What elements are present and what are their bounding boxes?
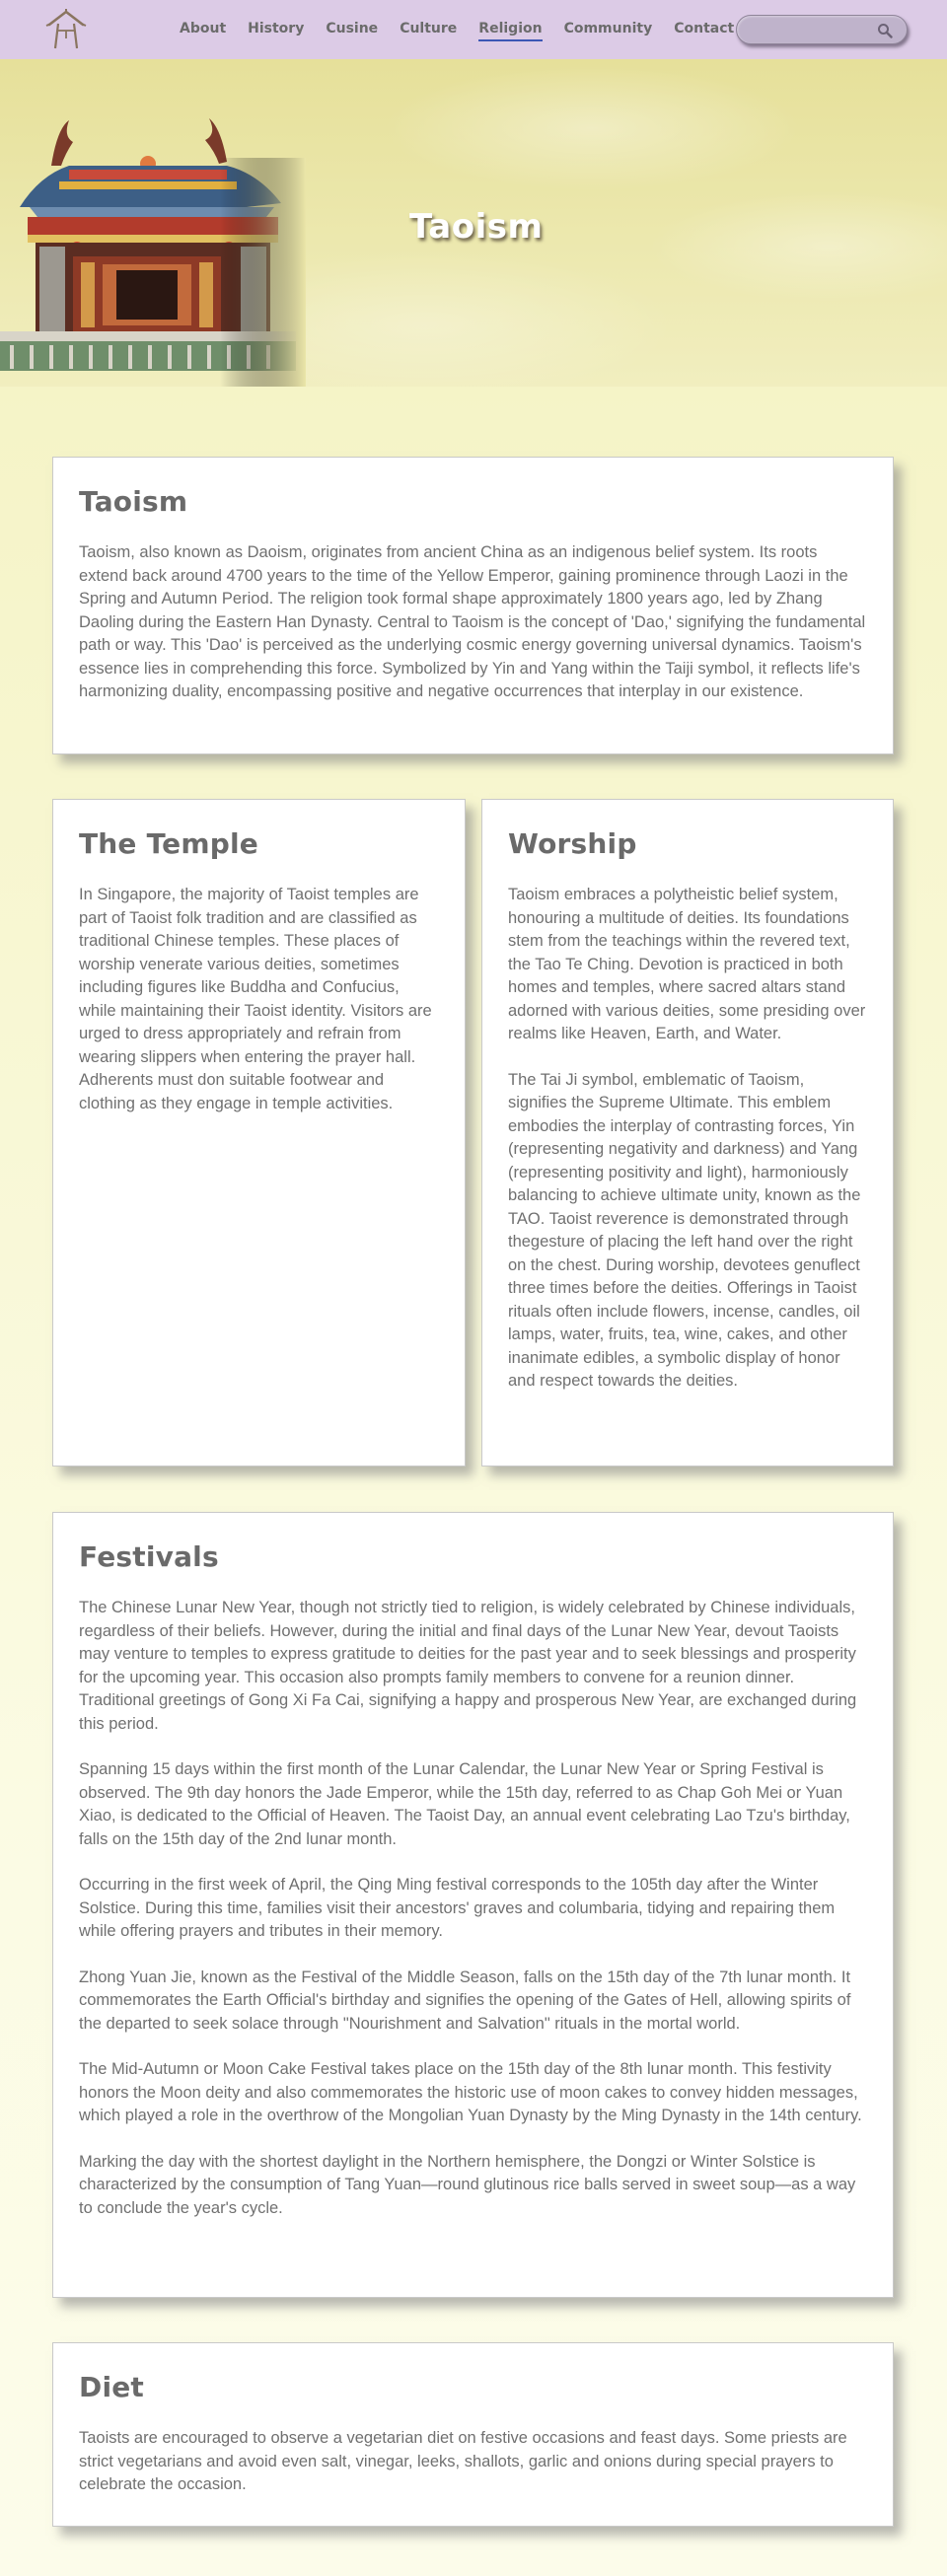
- nav-link-religion[interactable]: Religion: [478, 21, 543, 41]
- nav-links: About History Cusine Culture Religion Co…: [180, 21, 756, 41]
- section-paragraph: The Tai Ji symbol, emblematic of Taoism,…: [508, 1070, 861, 1391]
- hero-banner: Taoism: [0, 59, 947, 387]
- section-paragraph: Marking the day with the shortest daylig…: [79, 2152, 856, 2217]
- nav-link-history[interactable]: History: [248, 21, 304, 41]
- search-box: [736, 15, 908, 44]
- festivals-section: Festivals The Chinese Lunar New Year, th…: [52, 1512, 894, 2298]
- section-paragraph: Spanning 15 days within the first month …: [79, 1760, 850, 1848]
- temple-roof-image: [0, 118, 306, 387]
- section-heading: Festivals: [79, 1540, 219, 1573]
- top-navbar: About History Cusine Culture Religion Co…: [0, 0, 947, 59]
- temple-logo-icon[interactable]: [43, 7, 89, 52]
- section-paragraph: Occurring in the first week of April, th…: [79, 1876, 836, 1940]
- nav-link-about[interactable]: About: [180, 21, 226, 41]
- section-paragraph: Taoism embraces a polytheistic belief sy…: [508, 886, 866, 1042]
- section-heading: Worship: [508, 827, 637, 860]
- nav-link-culture[interactable]: Culture: [400, 21, 457, 41]
- section-paragraph: In Singapore, the majority of Taoist tem…: [79, 886, 432, 1112]
- search-icon[interactable]: [877, 23, 893, 38]
- nav-link-cusine[interactable]: Cusine: [326, 21, 378, 41]
- section-paragraph: The Mid-Autumn or Moon Cake Festival tak…: [79, 2060, 862, 2124]
- search-input[interactable]: [749, 20, 867, 39]
- nav-link-contact[interactable]: Contact: [674, 21, 734, 41]
- section-heading: The Temple: [79, 827, 258, 860]
- hero-title: Taoism: [409, 207, 544, 247]
- section-paragraph: Zhong Yuan Jie, known as the Festival of…: [79, 1968, 851, 2033]
- section-paragraph: Taoists are encouraged to observe a vege…: [79, 2429, 847, 2493]
- nav-link-community[interactable]: Community: [564, 21, 653, 41]
- diet-section: Diet Taoists are encouraged to observe a…: [52, 2342, 894, 2527]
- worship-section: Worship Taoism embraces a polytheistic b…: [481, 799, 894, 1467]
- section-paragraph: The Chinese Lunar New Year, though not s…: [79, 1599, 857, 1733]
- section-heading: Taoism: [79, 485, 188, 518]
- taoism-section: Taoism Taoism, also known as Daoism, ori…: [52, 457, 894, 754]
- section-paragraph: Taoism, also known as Daoism, originates…: [79, 543, 866, 700]
- section-heading: Diet: [79, 2371, 145, 2403]
- temple-section: The Temple In Singapore, the majority of…: [52, 799, 466, 1467]
